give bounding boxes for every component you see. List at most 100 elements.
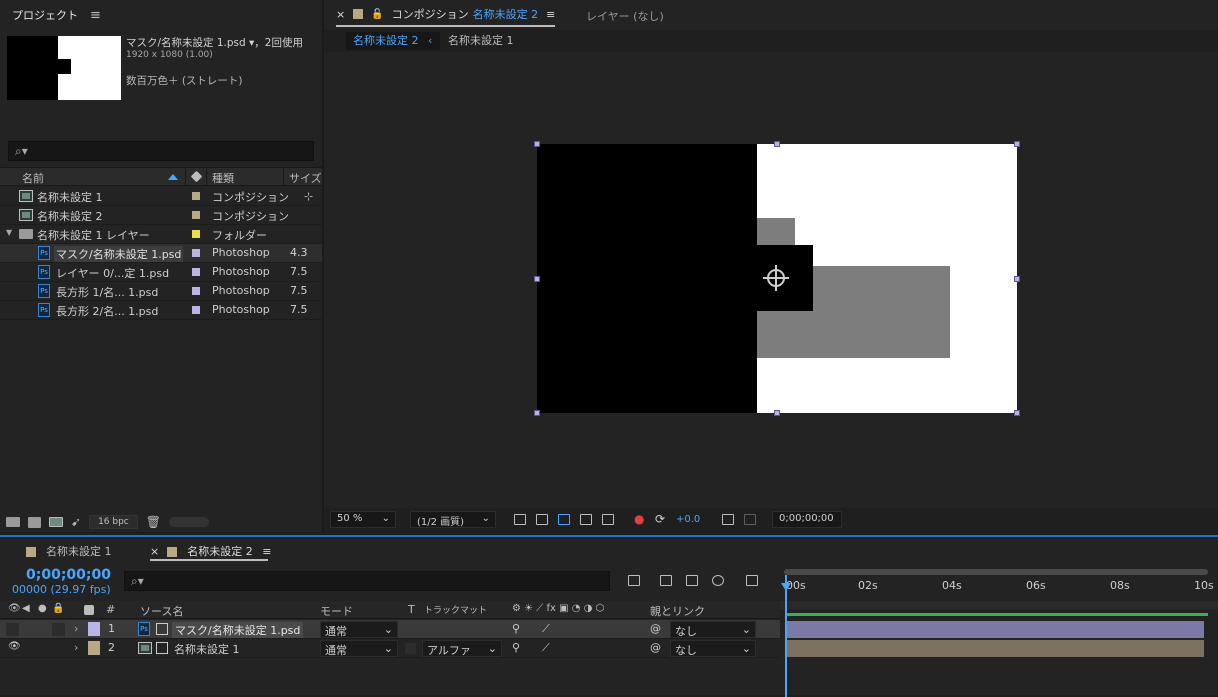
shy-layers-icon[interactable] [686, 575, 698, 586]
composition-canvas[interactable] [537, 144, 1017, 413]
column-name[interactable]: 名前 [22, 170, 44, 186]
resolution-select[interactable]: (1/2 画質) ⌄ [410, 511, 496, 528]
bpc-button[interactable]: 16 bpc [89, 515, 138, 529]
exposure-value[interactable]: +0.0 [676, 514, 700, 525]
thumbnail-slider[interactable] [168, 517, 209, 527]
label-color[interactable] [88, 622, 100, 636]
channels-icon[interactable]: ● [634, 512, 644, 526]
project-item[interactable]: 名称未設定 1 コンポジション ⊹ [0, 187, 322, 206]
parent-select[interactable]: なし ⌄ [670, 640, 756, 657]
breadcrumb-active[interactable]: 名称未設定 2 ‹ [346, 32, 441, 50]
audio-icon[interactable]: ◀ [22, 603, 30, 614]
column-size[interactable]: サイズ [289, 170, 322, 186]
solo-icon[interactable]: ● [38, 603, 47, 614]
label-color[interactable] [192, 211, 200, 219]
draft-3d-icon[interactable] [660, 575, 672, 586]
adjust-icon[interactable]: ➹ [71, 515, 81, 529]
close-icon[interactable]: × [150, 545, 159, 558]
transform-handle[interactable] [1014, 141, 1020, 147]
flowchart-icon[interactable]: ⊹ [304, 190, 313, 203]
label-color[interactable] [88, 641, 100, 655]
close-icon[interactable]: × [336, 8, 345, 21]
new-composition-icon[interactable] [49, 517, 63, 527]
blend-mode-select[interactable]: 通常 ⌄ [320, 621, 398, 638]
graph-editor-icon[interactable] [746, 575, 758, 586]
transform-handle[interactable] [1014, 410, 1020, 416]
timecode-display[interactable]: 0;00;00;00 [772, 511, 842, 528]
show-snapshot-icon[interactable] [744, 514, 756, 525]
transform-handle[interactable] [534, 276, 540, 282]
interpret-footage-icon[interactable] [6, 517, 20, 527]
expand-chevron-icon[interactable]: ▼ [6, 228, 12, 237]
chevron-right-icon[interactable]: › [74, 622, 78, 635]
composition-viewer[interactable] [324, 52, 1218, 508]
playhead[interactable] [785, 575, 787, 697]
breadcrumb-item[interactable]: 名称未設定 1 [448, 32, 514, 50]
label-color[interactable] [192, 287, 200, 295]
tab-layer[interactable]: レイヤー (なし) [586, 8, 664, 24]
column-preserve-transparency[interactable]: T [408, 603, 415, 616]
project-item[interactable]: ▼ 名称未設定 1 レイヤー フォルダー [0, 225, 322, 244]
frame-blending-icon[interactable] [712, 575, 724, 586]
sort-ascending-icon[interactable] [168, 174, 178, 180]
transform-handle[interactable] [1014, 276, 1020, 282]
preview-name[interactable]: マスク/名称未設定 1.psd ▾，2回使用 [126, 35, 303, 50]
visibility-eye-icon[interactable]: 👁 [8, 603, 21, 614]
mask-visibility-icon[interactable] [558, 514, 570, 525]
region-of-interest-icon[interactable] [580, 514, 592, 525]
transparency-grid-icon[interactable] [536, 514, 548, 525]
project-search-input[interactable]: ⌕▾ [8, 141, 314, 161]
snapshot-icon[interactable] [722, 514, 734, 525]
project-title[interactable]: プロジェクト [12, 7, 78, 23]
lock-icon[interactable]: 🔒 [52, 603, 64, 614]
visibility-toggle[interactable] [6, 623, 19, 636]
transform-handle[interactable] [534, 141, 540, 147]
project-item[interactable]: Ps 長方形 1/名... 1.psd Photoshop 7.5 [0, 282, 322, 301]
column-mode[interactable]: モード [320, 603, 353, 619]
quality-switch-icon[interactable]: ⟋ [542, 622, 550, 636]
layer-name[interactable]: マスク/名称未設定 1.psd [172, 622, 304, 638]
layer-name[interactable]: 名称未設定 1 [174, 641, 240, 657]
panel-menu-icon[interactable]: ≡ [90, 8, 101, 23]
new-folder-icon[interactable] [28, 516, 41, 528]
transform-handle[interactable] [534, 410, 540, 416]
quality-switch-icon[interactable]: ⟋ [542, 641, 550, 655]
layer-bar-2[interactable] [786, 640, 1204, 657]
lock-icon[interactable]: 🔓 [371, 9, 383, 20]
time-ruler[interactable]: 00s 02s 04s 06s 08s 10s [780, 565, 1218, 697]
transform-handle[interactable] [774, 141, 780, 147]
panel-menu-icon[interactable]: ≡ [546, 8, 555, 21]
project-item-selected[interactable]: Ps マスク/名称未設定 1.psd Photoshop 4.3 [0, 244, 322, 263]
tab-timeline-2[interactable]: × 名称未設定 2 ≡ [150, 543, 271, 559]
switches-icon[interactable]: ⚙ ☀ ⟋ fx ▣ ◔ ◑ ⬡ [512, 603, 604, 614]
composition-mini-flowchart-icon[interactable] [628, 575, 640, 586]
layer-bar-1[interactable] [786, 621, 1204, 638]
timeline-search-input[interactable]: ⌕▾ [124, 571, 610, 591]
label-color[interactable] [192, 230, 200, 238]
trash-icon[interactable]: 🗑 [146, 515, 161, 529]
parent-select[interactable]: なし ⌄ [670, 621, 756, 638]
blend-mode-select[interactable]: 通常 ⌄ [320, 640, 398, 657]
label-color[interactable] [192, 306, 200, 314]
project-item[interactable]: Ps レイヤー 0/...定 1.psd Photoshop 7.5 [0, 263, 322, 282]
shy-switch-icon[interactable]: ⚲ [512, 641, 520, 654]
column-source-name[interactable]: ソース名 [140, 603, 183, 619]
lock-toggle[interactable] [52, 623, 65, 636]
column-track-matte[interactable]: トラックマット [424, 603, 487, 616]
label-tag-icon[interactable] [84, 605, 94, 615]
label-color[interactable] [192, 249, 200, 257]
work-area-bar[interactable] [784, 569, 1208, 575]
label-tag-icon[interactable] [190, 170, 203, 183]
color-management-icon[interactable]: ⟳ [655, 512, 665, 526]
layer-row[interactable]: 👁 › 2 名称未設定 1 通常 ⌄ アルファ ⌄ ⚲ ⟋ @ なし ⌄ [0, 639, 780, 658]
project-item[interactable]: Ps 長方形 2/名... 1.psd Photoshop 7.5 [0, 301, 322, 320]
preserve-transparency-toggle[interactable] [405, 643, 416, 654]
column-type[interactable]: 種類 [212, 170, 234, 186]
tab-composition[interactable]: × 🔓 コンポジション 名称未設定 2 ≡ [336, 6, 556, 27]
pickwhip-icon[interactable]: @ [650, 622, 661, 635]
project-item[interactable]: 名称未設定 2 コンポジション [0, 206, 322, 225]
chevron-right-icon[interactable]: › [74, 641, 78, 654]
grid-guides-icon[interactable] [602, 514, 614, 525]
fast-preview-icon[interactable] [514, 514, 526, 525]
shy-switch-icon[interactable]: ⚲ [512, 622, 520, 635]
